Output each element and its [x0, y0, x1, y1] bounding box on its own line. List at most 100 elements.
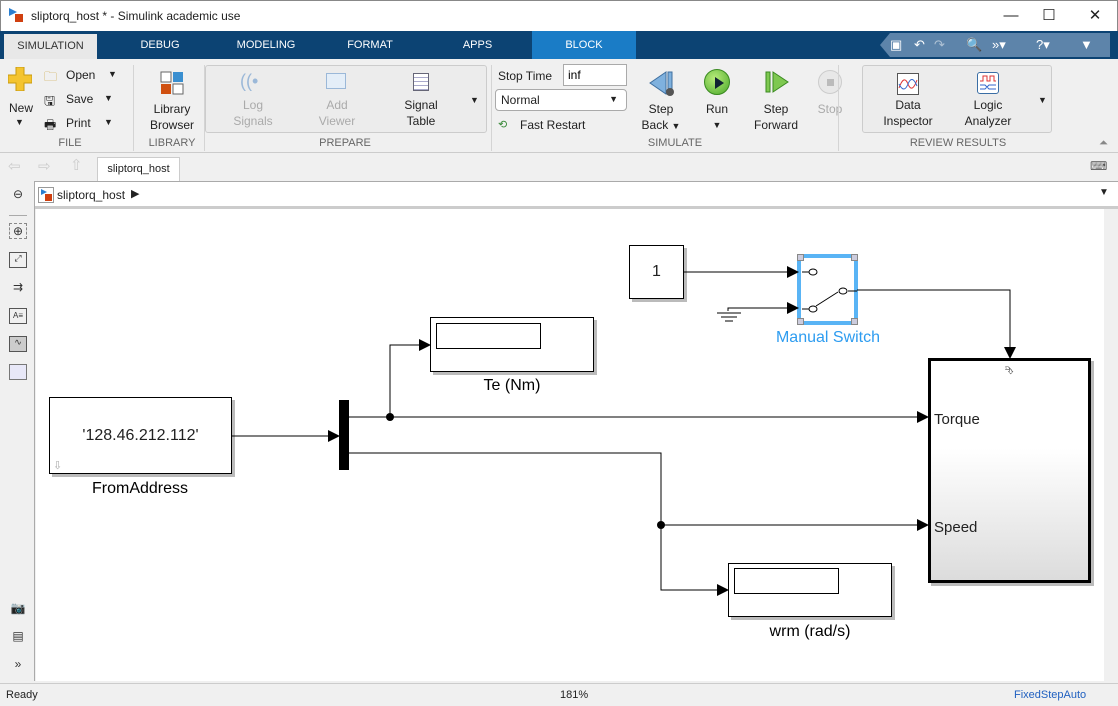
keyboard-icon[interactable]: ⌨	[1090, 159, 1107, 173]
resize-handle[interactable]	[797, 254, 804, 261]
vertical-scrollbar[interactable]	[1104, 209, 1118, 681]
stop-time-input[interactable]	[563, 64, 627, 86]
resize-handle[interactable]	[797, 318, 804, 325]
breadcrumb[interactable]: sliptorq_host	[57, 188, 125, 202]
model-tab[interactable]: sliptorq_host	[97, 157, 180, 181]
tab-format[interactable]: FORMAT	[330, 31, 410, 59]
shortcut-icon[interactable]: »▾	[992, 37, 1006, 53]
image-icon[interactable]: ∿	[9, 336, 27, 352]
logic-analyzer-button[interactable]: Logic Analyzer	[954, 97, 1022, 129]
forward-arrow-icon[interactable]: ⇨	[38, 157, 51, 175]
print-button[interactable]: Print	[66, 115, 91, 131]
log-signals-icon: ((•	[240, 71, 259, 91]
search-icon[interactable]: 🔍	[966, 37, 982, 53]
constant-block[interactable]: 1	[629, 245, 684, 299]
redo-icon[interactable]: ↷	[934, 37, 945, 53]
maximize-button[interactable]: ☐	[1029, 5, 1069, 27]
add-viewer-label-line1: Add	[326, 98, 348, 112]
add-viewer-button[interactable]: Add Viewer	[304, 97, 370, 129]
signal-table-label-line2: Table	[406, 114, 436, 128]
save-icon[interactable]: ▣	[890, 37, 902, 53]
step-back-label-line2: Back	[641, 118, 669, 132]
breadcrumb-bar: sliptorq_host ▶ ▼	[35, 181, 1118, 209]
model-icon	[38, 187, 54, 203]
library-group-label: LIBRARY	[148, 137, 196, 149]
save-icon: 🖫	[44, 93, 56, 108]
open-button[interactable]: Open	[66, 67, 95, 83]
new-dropdown-icon[interactable]: ▼	[15, 117, 24, 127]
tab-apps[interactable]: APPS	[440, 31, 515, 59]
subsystem-block[interactable]: ⮷ Torque Speed	[928, 358, 1091, 583]
annotation-icon[interactable]: A≡	[9, 308, 27, 324]
divider	[9, 215, 27, 216]
save-button[interactable]: Save	[66, 91, 93, 107]
wrm-display-block[interactable]	[728, 563, 892, 617]
manual-switch-block[interactable]	[797, 254, 858, 325]
step-back-label-line1: Step	[648, 102, 674, 116]
collapse-toolstrip-icon[interactable]: ▼	[1080, 37, 1093, 52]
demux-block[interactable]	[339, 400, 349, 470]
screenshot-icon[interactable]: 📷	[9, 601, 27, 617]
open-dropdown-icon[interactable]: ▼	[108, 69, 117, 79]
step-forward-button[interactable]: Step Forward	[748, 101, 804, 133]
simulation-mode-select[interactable]: Normal ▼	[495, 89, 627, 111]
solver-link[interactable]: FixedStepAuto	[1014, 684, 1086, 706]
stop-button[interactable]: Stop	[812, 101, 848, 117]
tab-block[interactable]: BLOCK	[532, 31, 636, 59]
print-dropdown-icon[interactable]: ▼	[104, 117, 113, 127]
up-arrow-icon[interactable]: ⇧	[70, 156, 83, 174]
display-value-box	[734, 568, 839, 594]
expand-icon[interactable]: »	[9, 657, 27, 673]
port-label-torque: Torque	[934, 411, 980, 428]
from-address-block[interactable]: '128.46.212.112' ⇩	[49, 397, 232, 474]
step-forward-icon	[764, 69, 790, 97]
model-browser-icon[interactable]: ▤	[9, 629, 27, 645]
run-button[interactable]: Run ▼	[696, 101, 738, 133]
signal-table-icon	[413, 73, 429, 91]
tab-modeling[interactable]: MODELING	[220, 31, 312, 59]
breadcrumb-arrow-icon[interactable]: ▶	[131, 187, 139, 200]
prepare-more-icon[interactable]: ▼	[470, 95, 479, 105]
library-browser-button[interactable]: Library Browser	[140, 101, 204, 133]
step-back-button[interactable]: Step Back ▼	[636, 101, 686, 134]
minimize-button[interactable]: —	[991, 5, 1031, 27]
undo-icon[interactable]: ↶	[914, 37, 925, 53]
wrm-display-label: wrm (rad/s)	[769, 623, 851, 640]
resize-handle[interactable]	[851, 254, 858, 261]
hide-browser-icon[interactable]: ⊖	[9, 187, 27, 203]
save-dropdown-icon[interactable]: ▼	[104, 93, 113, 103]
new-button[interactable]: New	[4, 100, 38, 116]
resize-handle[interactable]	[851, 318, 858, 325]
window-title: sliptorq_host * - Simulink academic use	[31, 9, 241, 23]
toolstrip: New ▼ 🗀 Open ▼ 🖫 Save ▼ 🖶 Print ▼ FILE L…	[0, 59, 1118, 153]
add-viewer-label-line2: Viewer	[318, 114, 356, 128]
close-button[interactable]: ✕	[1075, 5, 1115, 27]
help-icon[interactable]: ?▾	[1036, 37, 1050, 53]
signal-table-button[interactable]: Signal Table	[388, 97, 454, 129]
route-lines-icon[interactable]: ⇉	[9, 280, 27, 296]
from-address-label: FromAddress	[91, 480, 189, 497]
back-arrow-icon[interactable]: ⇦	[8, 157, 21, 175]
chevron-down-icon: ▼	[609, 94, 618, 104]
log-signals-button[interactable]: Log Signals	[220, 97, 286, 129]
fit-to-view-icon[interactable]: ⤢	[9, 252, 27, 268]
zoom-area-icon[interactable]: ⊕	[9, 223, 27, 239]
step-back-icon	[648, 70, 676, 98]
from-address-value: '128.46.212.112'	[82, 426, 199, 444]
tab-simulation[interactable]: SIMULATION	[4, 34, 97, 59]
area-icon[interactable]	[9, 364, 27, 380]
new-icon	[8, 67, 32, 91]
breadcrumb-dropdown-icon[interactable]: ▼	[1099, 187, 1109, 198]
library-browser-label-line1: Library	[153, 102, 191, 116]
fast-restart-button[interactable]: Fast Restart	[520, 117, 585, 133]
tab-debug[interactable]: DEBUG	[120, 31, 200, 59]
status-bar: Ready 181% FixedStepAuto	[0, 683, 1118, 705]
library-browser-label-line2: Browser	[149, 118, 194, 132]
te-display-block[interactable]	[430, 317, 594, 372]
run-label: Run	[705, 102, 728, 116]
trigger-icon: ⮷	[1005, 365, 1014, 377]
collapse-toolstrip-icon[interactable]: ⏶	[1099, 137, 1108, 150]
stop-time-label: Stop Time	[498, 69, 553, 83]
review-more-icon[interactable]: ▼	[1038, 95, 1047, 105]
data-inspector-button[interactable]: Data Inspector	[874, 97, 942, 129]
